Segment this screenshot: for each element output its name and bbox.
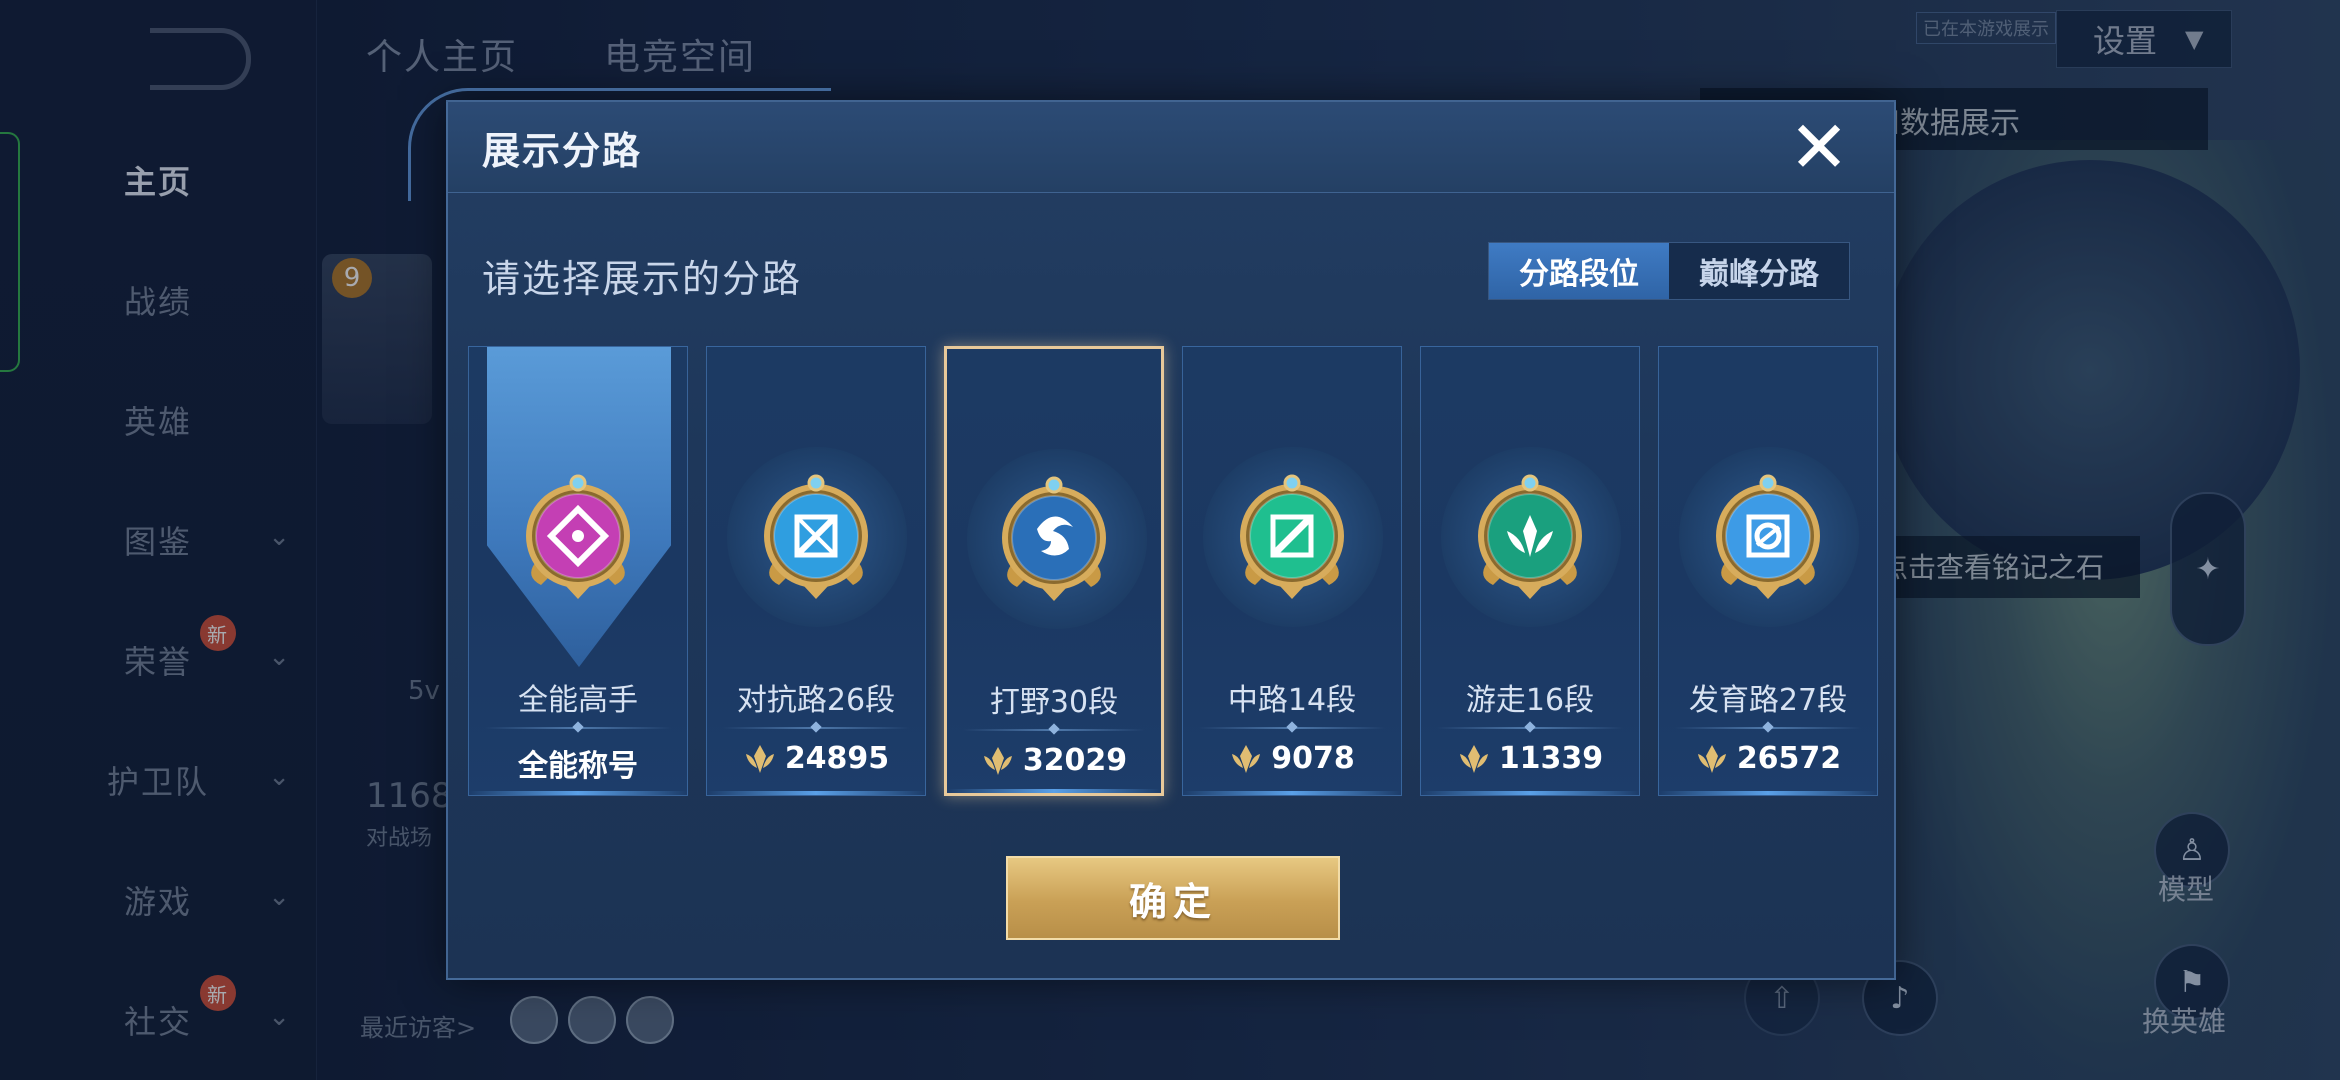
lane-card-title: 对抗路26段 [736, 683, 896, 718]
lane-card[interactable]: 发育路27段 26572 [1658, 346, 1878, 796]
card-divider [1437, 727, 1623, 729]
lane-card-title: 中路14段 [1227, 683, 1357, 718]
dialog-header: 展示分路 ✕ [408, 88, 1894, 201]
card-bottom-glow [947, 789, 1161, 793]
mid-lane-emblem-icon [1229, 467, 1355, 603]
toggle-peak-lane[interactable]: 巅峰分路 [1669, 243, 1849, 299]
lane-card[interactable]: 中路14段 9078 [1182, 346, 1402, 796]
lane-type-toggle: 分路段位 巅峰分路 [1488, 242, 1850, 300]
lane-card[interactable]: 全能高手 全能称号 [468, 346, 688, 796]
card-bottom-glow [707, 791, 925, 795]
lane-card-value-text: 26572 [1736, 741, 1842, 776]
lane-card-value-text: 11339 [1498, 741, 1604, 776]
lane-card-value: 24895 [707, 741, 925, 776]
lane-card-title: 游走16段 [1465, 683, 1595, 718]
card-divider [1199, 727, 1385, 729]
peak-points-icon [1695, 742, 1729, 776]
card-divider [1675, 727, 1861, 729]
lane-card-value-text: 全能称号 [518, 749, 638, 784]
farm-lane-emblem-icon [1705, 467, 1831, 603]
dialog-subtitle: 请选择展示的分路 [482, 257, 803, 301]
allround-emblem-icon [515, 467, 641, 603]
peak-points-icon [1457, 742, 1491, 776]
lane-cards: 全能高手 全能称号 对抗路26段 24895 打野30段 32029 中路14段 9078 游走… [468, 346, 1878, 798]
lane-card-value: 26572 [1659, 741, 1877, 776]
card-bottom-glow [1421, 791, 1639, 795]
card-bottom-glow [1659, 791, 1877, 795]
lane-card-value-text: 24895 [784, 741, 890, 776]
card-divider [963, 729, 1145, 731]
jungle-dragon-emblem-icon [991, 469, 1117, 605]
roam-emblem-icon [1467, 467, 1593, 603]
lane-card[interactable]: 打野30段 32029 [944, 346, 1164, 796]
card-bottom-glow [1183, 791, 1401, 795]
dialog-title: 展示分路 [482, 129, 643, 173]
clash-lane-emblem-icon [753, 467, 879, 603]
lane-card-value: 32029 [947, 743, 1161, 778]
card-divider [723, 727, 909, 729]
lane-card-value-text: 32029 [1022, 743, 1128, 778]
confirm-button[interactable]: 确定 [1006, 856, 1340, 940]
lane-card-value-text: 9078 [1271, 741, 1355, 776]
toggle-lane-rank[interactable]: 分路段位 [1489, 243, 1669, 299]
lane-card-value: 11339 [1421, 741, 1639, 776]
lane-card-title: 打野30段 [989, 685, 1119, 720]
card-divider [485, 727, 671, 729]
peak-points-icon [1229, 742, 1263, 776]
lane-card[interactable]: 对抗路26段 24895 [706, 346, 926, 796]
lane-card-title: 发育路27段 [1688, 683, 1848, 718]
peak-points-icon [743, 742, 777, 776]
lane-card[interactable]: 游走16段 11339 [1420, 346, 1640, 796]
lane-card-value: 全能称号 [469, 741, 687, 785]
card-bottom-glow [469, 791, 687, 795]
lane-display-dialog: 展示分路 ✕ 请选择展示的分路 分路段位 巅峰分路 全能高手 全能称号 对抗路26段… [408, 88, 1896, 980]
lane-card-title: 全能高手 [518, 683, 638, 718]
lane-card-value: 9078 [1183, 741, 1401, 776]
close-icon[interactable]: ✕ [1784, 111, 1854, 183]
peak-points-icon [981, 744, 1015, 778]
